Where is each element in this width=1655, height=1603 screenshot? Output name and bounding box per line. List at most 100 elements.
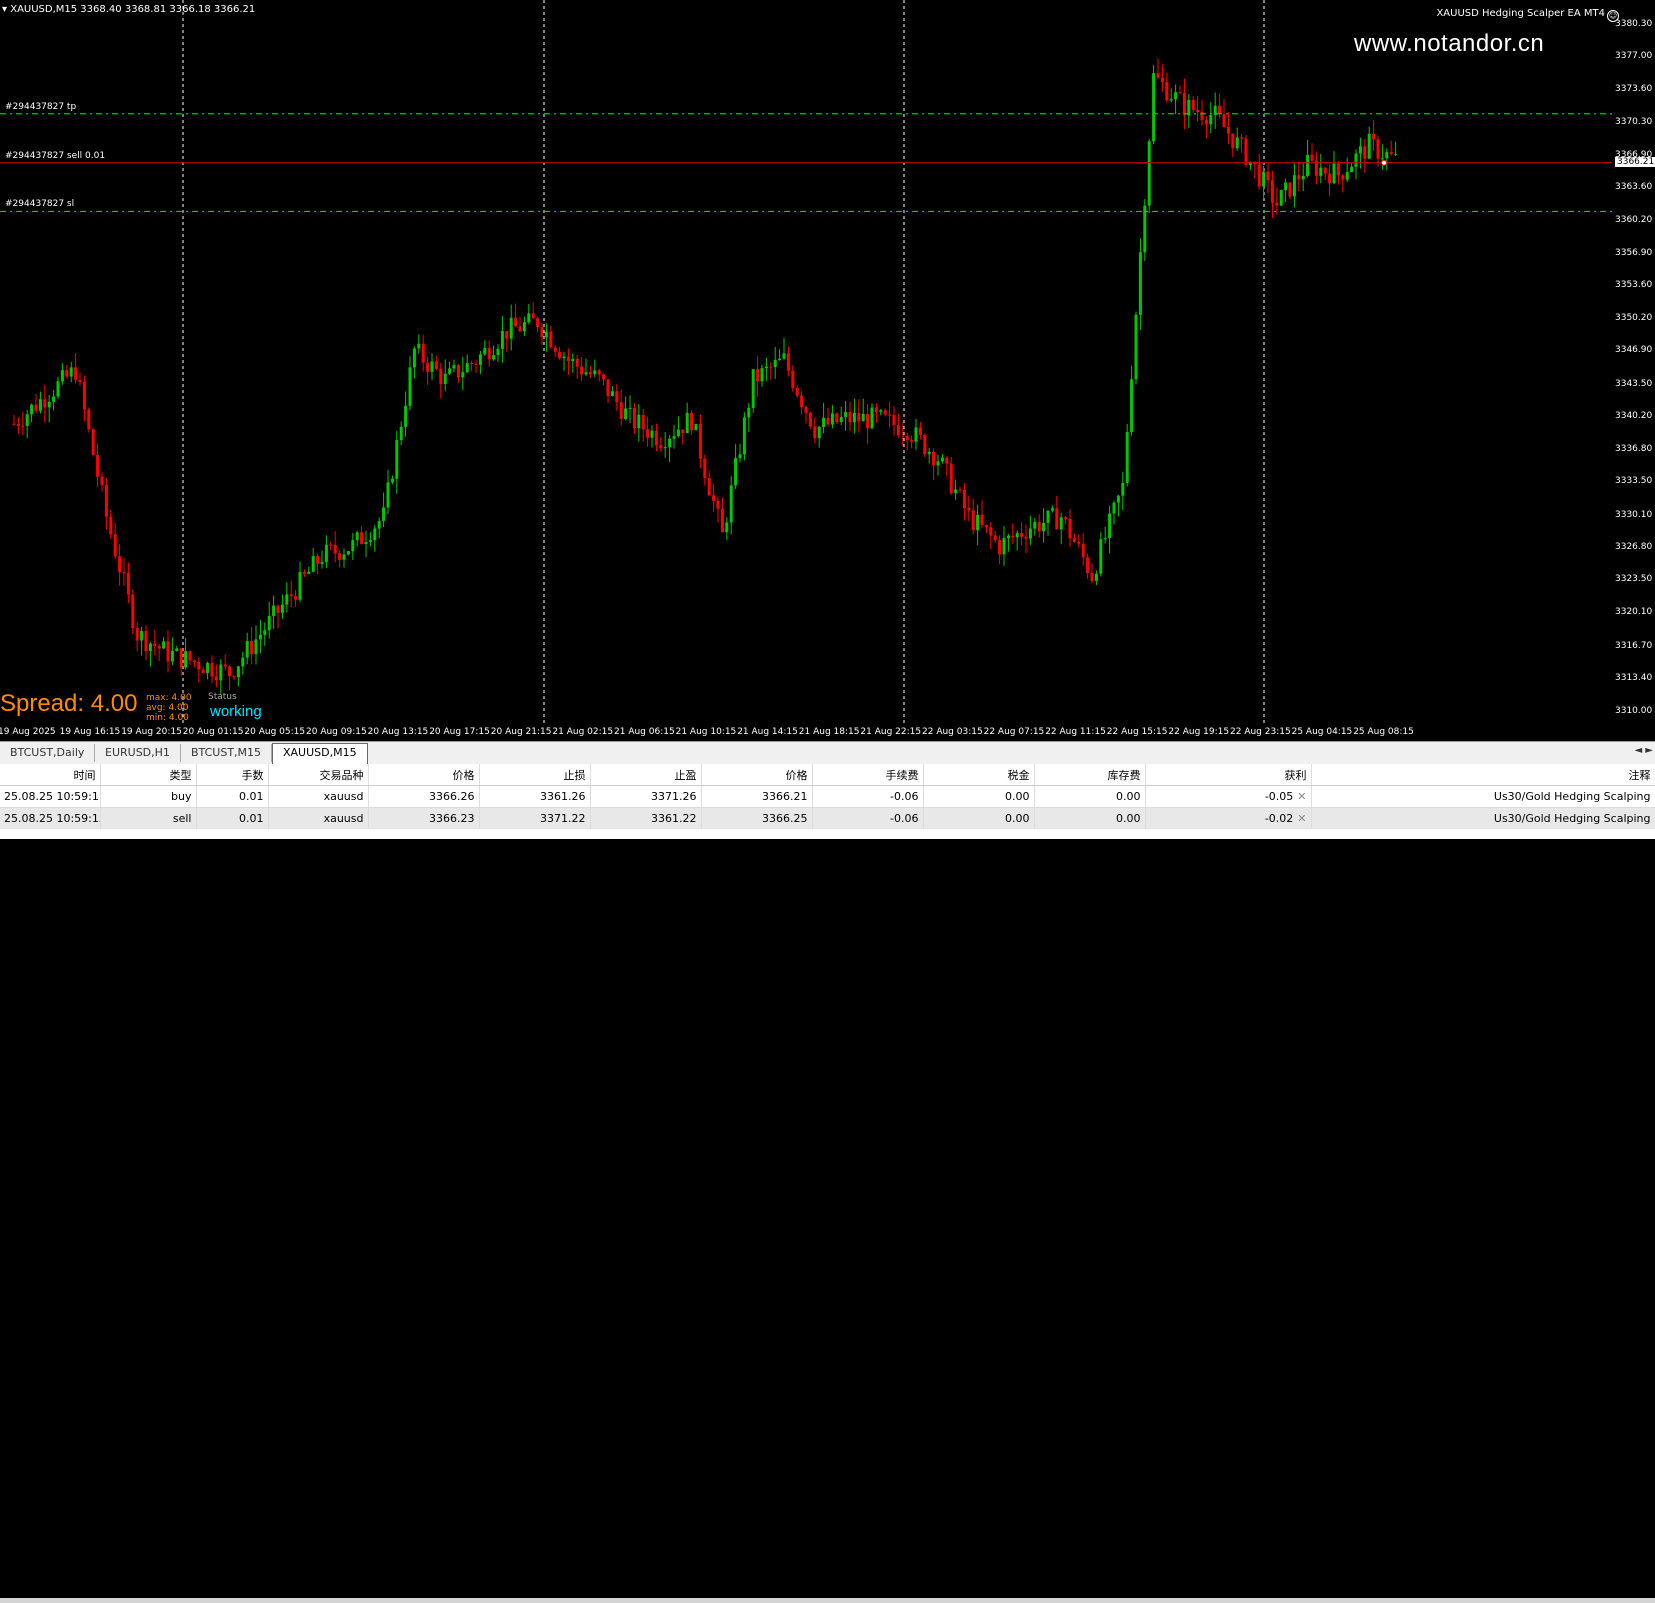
candle-body (1006, 535, 1010, 539)
candle-body (896, 425, 900, 436)
candle-body (395, 440, 399, 479)
candle-body (170, 651, 174, 662)
column-header[interactable]: 价格 (701, 764, 813, 786)
time-tick: 22 Aug 11:15 (1045, 727, 1106, 737)
candle-body (1037, 522, 1041, 532)
chart-menu-icon[interactable]: ▾ (2, 4, 7, 15)
table-row[interactable]: 25.08.25 10:59:13 sell 0.01 xauusd 3366.23 33… (0, 807, 1655, 829)
candle-body (131, 594, 135, 629)
candle-body (1376, 139, 1380, 159)
candle-body (1086, 557, 1090, 574)
candle-body (1169, 99, 1173, 101)
candle-body (826, 417, 830, 425)
candle-body (302, 572, 306, 574)
candle-body (38, 399, 42, 411)
candle-body (527, 313, 531, 323)
candle-body (1064, 517, 1068, 519)
close-order-icon[interactable]: ✕ (1297, 790, 1306, 803)
candle-body (285, 594, 289, 605)
spread-stats: max: 4.00 avg: 4.00 min: 4.00 (146, 693, 192, 723)
column-header[interactable]: 时间 (0, 764, 101, 786)
candle-body (404, 405, 408, 427)
column-header[interactable]: 注释 (1311, 764, 1655, 786)
candle-body (399, 426, 403, 441)
candle-body (25, 414, 29, 426)
column-header[interactable]: 手数 (196, 764, 269, 786)
candle-body (918, 427, 922, 435)
time-tick: 20 Aug 17:15 (429, 727, 490, 737)
candle-body (835, 413, 839, 423)
candle-body (1072, 538, 1076, 542)
candle-body (945, 457, 949, 464)
tab-scroll-arrows[interactable]: ◄ ► (1634, 745, 1653, 756)
candle-body (74, 367, 78, 380)
candle-body (839, 417, 843, 423)
candle-body (1226, 126, 1230, 134)
candle-body (258, 634, 262, 640)
column-header[interactable]: 手续费 (812, 764, 924, 786)
column-header[interactable]: 止损 (479, 764, 591, 786)
candle-body (448, 368, 452, 374)
tab-btcust-daily[interactable]: BTCUST,Daily (0, 744, 96, 762)
candle-body (681, 429, 685, 434)
candle-body (813, 426, 817, 439)
candle-body (289, 594, 293, 597)
candle-body (795, 387, 799, 396)
tab-btcust-m15[interactable]: BTCUST,M15 (181, 744, 273, 762)
candle-body (540, 327, 544, 338)
candle-body (1050, 508, 1054, 511)
candle-body (118, 556, 122, 573)
table-cell: 3366.26 (368, 785, 480, 808)
candle-body (210, 663, 214, 677)
column-header[interactable]: 税金 (923, 764, 1035, 786)
candle-body (1306, 154, 1310, 176)
candle-body (1235, 137, 1239, 149)
price-chart[interactable]: ▾ XAUUSD,M15 3368.40 3368.81 3366.18 336… (0, 0, 1655, 747)
candle-body (958, 489, 962, 491)
candle-body (584, 372, 588, 375)
candle-body (1244, 138, 1248, 166)
candle-body (1103, 538, 1107, 540)
column-header[interactable]: 交易品种 (268, 764, 369, 786)
candle-body (434, 361, 438, 369)
tab-xauusd-m15[interactable]: XAUUSD,M15 (272, 743, 368, 764)
candle-body (1152, 73, 1156, 142)
candle-body (659, 445, 663, 448)
candle-body (206, 663, 210, 674)
candle-body (1042, 522, 1046, 532)
tab-eurusd-h1[interactable]: EURUSD,H1 (95, 744, 181, 762)
column-header[interactable]: 获利 (1145, 764, 1312, 786)
candle-body (1033, 522, 1037, 529)
time-tick: 19 Aug 16:15 (59, 727, 121, 737)
column-header[interactable]: 库存费 (1034, 764, 1146, 786)
column-header[interactable]: 价格 (368, 764, 480, 786)
table-body: 25.08.25 10:59:11 buy 0.01 xauusd 3366.26 336… (0, 785, 1655, 829)
candle-body (1094, 573, 1098, 581)
candle-body (452, 365, 456, 369)
candle-body (1319, 167, 1323, 176)
candle-body (654, 430, 658, 446)
candle-body (646, 429, 650, 438)
column-header[interactable]: 类型 (100, 764, 197, 786)
close-order-icon[interactable]: ✕ (1297, 812, 1306, 825)
candle-body (778, 358, 782, 360)
candle-body (496, 348, 500, 356)
candle-body (12, 423, 16, 425)
column-header[interactable]: 止盈 (590, 764, 702, 786)
candle-body (628, 407, 632, 409)
candle-body (984, 524, 988, 528)
candle-body (175, 648, 179, 652)
candle-body (184, 651, 188, 668)
candle-body (122, 572, 126, 574)
price-tick: 3370.30 (1615, 116, 1653, 127)
candle-body (1116, 495, 1120, 503)
chart-canvas[interactable] (0, 0, 1612, 726)
candle-body (971, 510, 975, 531)
candle-body (30, 404, 34, 415)
terminal-scrollbar[interactable] (0, 1598, 1655, 1603)
candle-body (782, 353, 786, 359)
table-row[interactable]: 25.08.25 10:59:11 buy 0.01 xauusd 3366.26 336… (0, 785, 1655, 808)
table-cell: 0.00 (923, 785, 1035, 808)
candle-body (747, 407, 751, 418)
candle-body (1363, 146, 1367, 159)
